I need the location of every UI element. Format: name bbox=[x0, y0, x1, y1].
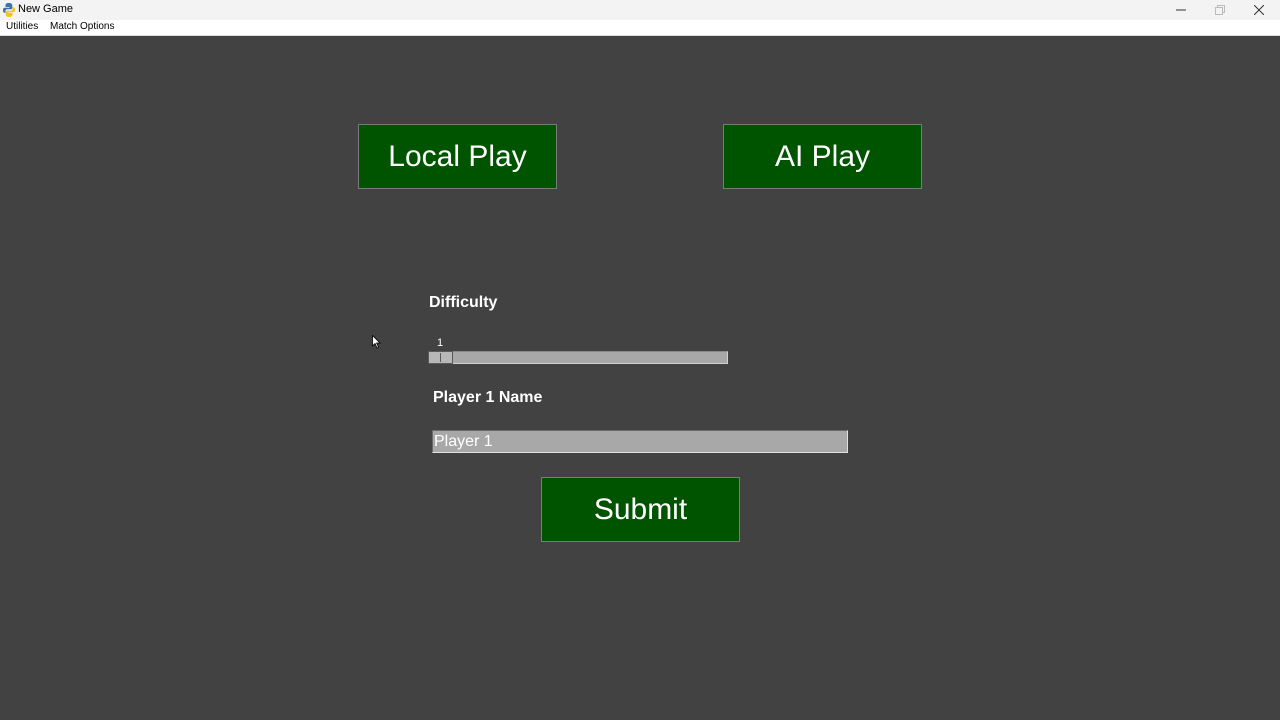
python-app-icon bbox=[3, 3, 15, 17]
minimize-button[interactable] bbox=[1161, 0, 1201, 20]
menu-match-options[interactable]: Match Options bbox=[48, 21, 116, 32]
minimize-icon bbox=[1176, 9, 1186, 11]
maximize-icon bbox=[1215, 5, 1225, 15]
submit-button[interactable]: Submit bbox=[541, 477, 740, 542]
difficulty-value: 1 bbox=[437, 337, 444, 349]
main-content: Local Play AI Play Difficulty 1 Player 1… bbox=[0, 37, 1280, 720]
close-button[interactable] bbox=[1239, 0, 1279, 20]
title-bar: New Game bbox=[0, 0, 1280, 20]
close-icon bbox=[1254, 5, 1264, 15]
menu-utilities[interactable]: Utilities bbox=[4, 21, 40, 32]
local-play-button[interactable]: Local Play bbox=[358, 124, 557, 189]
difficulty-slider[interactable] bbox=[428, 351, 728, 364]
window-title: New Game bbox=[18, 3, 74, 15]
player-name-input[interactable] bbox=[432, 430, 848, 453]
mouse-cursor-icon bbox=[372, 335, 381, 349]
menu-bar: Utilities Match Options bbox=[0, 20, 1280, 36]
player-name-label: Player 1 Name bbox=[433, 389, 543, 406]
difficulty-slider-thumb[interactable] bbox=[428, 351, 453, 364]
difficulty-label: Difficulty bbox=[429, 294, 498, 311]
maximize-button[interactable] bbox=[1200, 0, 1240, 20]
ai-play-button[interactable]: AI Play bbox=[723, 124, 922, 189]
